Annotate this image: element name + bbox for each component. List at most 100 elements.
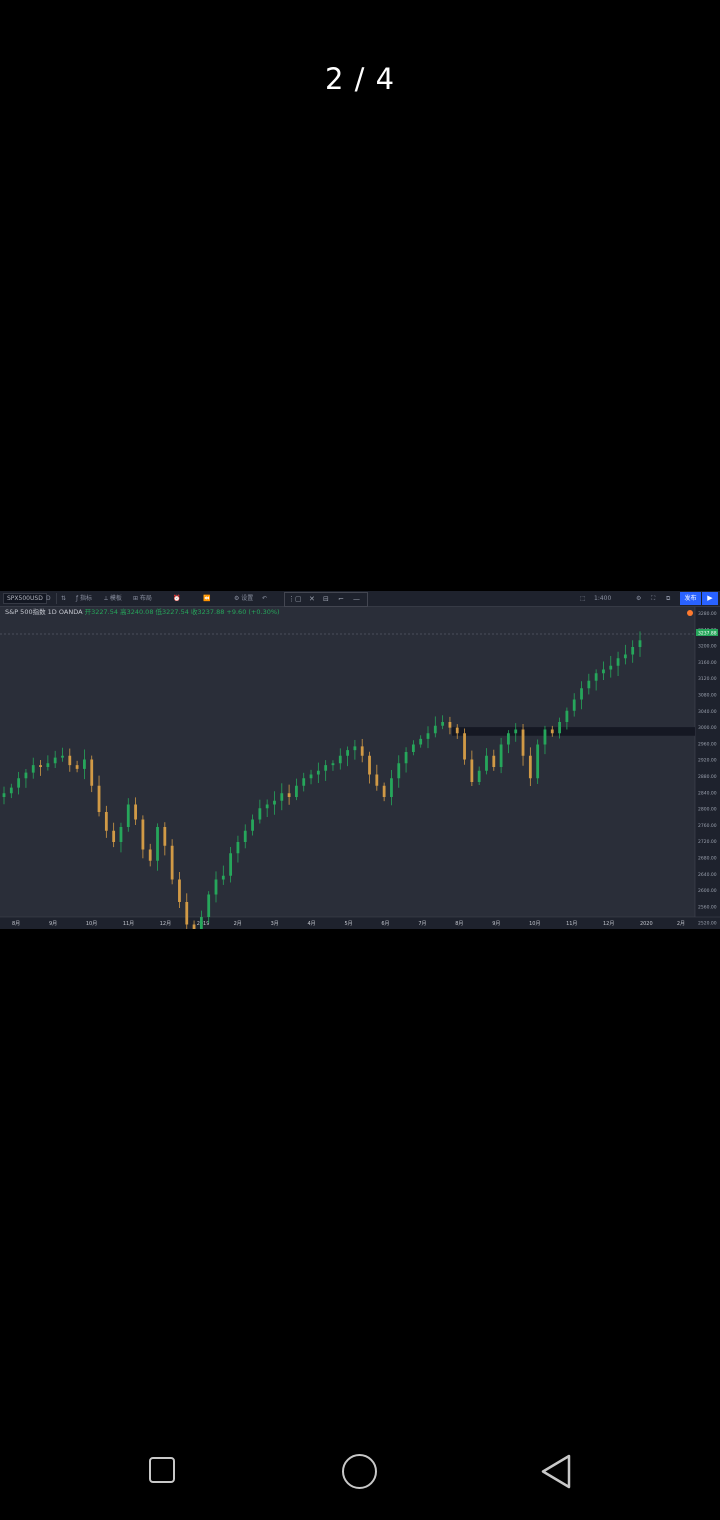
home-button[interactable] bbox=[342, 1454, 377, 1489]
candle-body bbox=[112, 830, 116, 842]
candle-body bbox=[287, 793, 291, 797]
candle-body bbox=[229, 853, 233, 876]
candle-body bbox=[324, 765, 328, 771]
alert-indicator-icon[interactable] bbox=[687, 610, 693, 616]
candle-body bbox=[514, 729, 518, 734]
compare-icon[interactable]: ⇅ bbox=[61, 593, 66, 604]
candle-body bbox=[382, 785, 386, 797]
undo-icon[interactable]: ↶ bbox=[262, 593, 267, 604]
fullscreen-mini-icon[interactable]: ⬚ bbox=[580, 593, 586, 604]
price-tick-label: 2520.00 bbox=[698, 921, 717, 927]
time-tick-label: 2月 bbox=[234, 921, 242, 927]
price-tick-label: 3040.00 bbox=[698, 709, 717, 715]
price-tick-label: 2920.00 bbox=[698, 758, 717, 764]
replay-icon[interactable]: ⏪ bbox=[203, 593, 210, 604]
price-chart[interactable]: 3280.003240.003200.003160.003120.003080.… bbox=[0, 591, 720, 929]
time-tick-label: 7月 bbox=[418, 921, 426, 927]
candle-body bbox=[31, 765, 35, 773]
magnet-icon[interactable]: ⊟ bbox=[323, 595, 329, 604]
candle-body bbox=[580, 688, 583, 700]
alert-icon[interactable]: ⏰ bbox=[173, 593, 180, 604]
candle-body bbox=[638, 640, 642, 647]
candle-body bbox=[207, 894, 211, 917]
time-tick-label: 9月 bbox=[49, 921, 57, 927]
time-tick-label: 11月 bbox=[123, 921, 134, 927]
candle-body bbox=[346, 750, 349, 756]
price-tick-label: 2560.00 bbox=[698, 904, 717, 910]
candle-body bbox=[46, 763, 50, 767]
candle-body bbox=[273, 800, 276, 805]
candle-body bbox=[192, 924, 196, 929]
line-icon[interactable]: — bbox=[353, 595, 360, 604]
settings-gear-icon[interactable]: ⚙ bbox=[636, 593, 641, 604]
page-counter: 2 / 4 bbox=[324, 62, 396, 96]
candle-body bbox=[368, 755, 371, 775]
settings-button[interactable]: ⚙ 设置 bbox=[234, 593, 253, 604]
candle-body bbox=[448, 722, 452, 728]
time-tick-label: 6月 bbox=[381, 921, 389, 927]
legend-source: OANDA bbox=[58, 608, 83, 616]
layout-button[interactable]: ⊞ 布局 bbox=[133, 593, 152, 604]
legend-ohlc: 开3227.54 高3240.08 低3227.54 收3237.88 +9.6… bbox=[84, 608, 280, 616]
candle-body bbox=[470, 759, 474, 782]
candle-body bbox=[631, 647, 635, 655]
templates-button[interactable]: ⟂ 模板 bbox=[104, 593, 122, 604]
candle-body bbox=[309, 774, 313, 779]
candle-body bbox=[375, 774, 379, 786]
candle-body bbox=[2, 793, 6, 797]
candle-body bbox=[126, 804, 130, 827]
crosshair-icon[interactable]: ✕ bbox=[309, 595, 315, 604]
price-tick-label: 2600.00 bbox=[698, 888, 717, 894]
fullscreen-icon[interactable]: ⛶ bbox=[651, 593, 655, 604]
symbol-search[interactable]: SPX500USD bbox=[3, 593, 47, 604]
interval-button[interactable]: D bbox=[46, 593, 51, 604]
candle-body bbox=[163, 827, 167, 846]
candle-body bbox=[199, 917, 203, 929]
time-tick-label: 2019 bbox=[197, 921, 210, 927]
zoom-control[interactable]: 1:400 bbox=[594, 593, 611, 604]
price-tick-label: 3080.00 bbox=[698, 693, 717, 699]
indicators-button[interactable]: ƒ 指标 bbox=[76, 593, 92, 604]
candle-body bbox=[97, 785, 101, 812]
candle-body bbox=[68, 755, 72, 766]
candle-body bbox=[528, 755, 532, 779]
price-tick-label: 3280.00 bbox=[698, 611, 717, 617]
candle-body bbox=[623, 654, 627, 659]
price-tick-label: 3000.00 bbox=[698, 725, 717, 731]
candle-body bbox=[594, 673, 598, 681]
candle-body bbox=[17, 778, 21, 788]
chart-screenshot[interactable]: 3280.003240.003200.003160.003120.003080.… bbox=[0, 591, 720, 929]
candle-body bbox=[148, 849, 152, 861]
candle-body bbox=[258, 808, 262, 820]
candle-body bbox=[134, 804, 137, 820]
candle-body bbox=[543, 729, 547, 745]
candle-body bbox=[53, 757, 57, 764]
play-icon[interactable]: ▶ bbox=[702, 592, 718, 605]
time-tick-label: 2020 bbox=[640, 921, 653, 927]
candle-body bbox=[295, 785, 298, 797]
candle-body bbox=[521, 729, 525, 756]
toolbar-divider bbox=[56, 593, 57, 604]
candle-body bbox=[419, 738, 423, 745]
crop-icon[interactable]: ▢ bbox=[295, 595, 302, 604]
candle-body bbox=[61, 755, 64, 758]
candle-body bbox=[214, 879, 218, 895]
recent-apps-button[interactable] bbox=[149, 1457, 175, 1483]
ruler-icon[interactable]: ⌐ bbox=[338, 595, 344, 604]
price-scale-panel bbox=[695, 607, 720, 929]
back-button[interactable] bbox=[540, 1454, 572, 1489]
publish-button[interactable]: 发布 bbox=[680, 592, 701, 605]
time-tick-label: 12月 bbox=[160, 921, 171, 927]
candle-body bbox=[602, 669, 605, 674]
time-tick-label: 10月 bbox=[529, 921, 540, 927]
candle-body bbox=[441, 722, 445, 726]
drag-handle-icon[interactable]: ⋮ bbox=[288, 595, 295, 604]
candle-body bbox=[90, 759, 94, 786]
candle-body bbox=[170, 845, 174, 880]
candle-body bbox=[221, 875, 225, 880]
candle-body bbox=[507, 733, 510, 745]
screenshot-icon[interactable]: ⧉ bbox=[666, 593, 670, 604]
candle-body bbox=[75, 765, 79, 769]
candle-body bbox=[243, 830, 247, 842]
candle-body bbox=[463, 733, 466, 760]
